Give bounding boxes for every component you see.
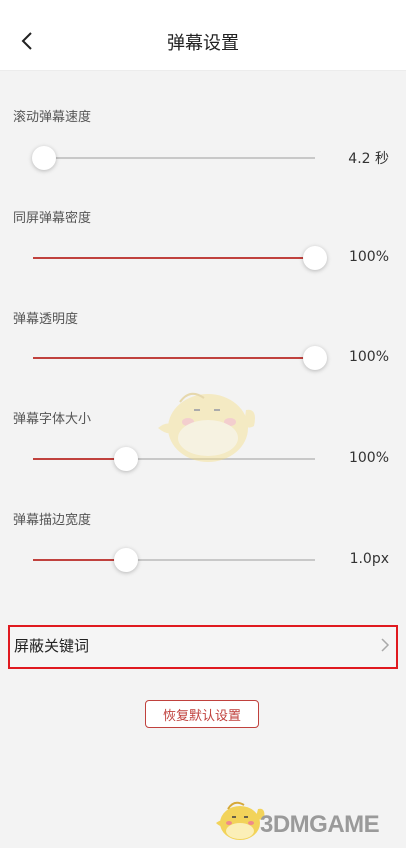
slider-track[interactable] [32,146,315,170]
mascot-watermark-icon [158,392,255,462]
watermark-logo: 3DMGAME [214,795,404,845]
slider-thumb[interactable] [114,548,139,572]
setting-value: 1.0px [349,551,389,567]
setting-label: 弹幕描边宽度 [13,513,92,528]
slider-fill [33,357,315,359]
watermark-text: 3DMGAME [260,811,380,838]
chevron-right-icon [381,638,390,652]
slider-track[interactable] [33,246,327,270]
slider-thumb[interactable] [32,146,57,170]
setting-value: 4.2 秒 [348,151,389,167]
page-title: 弹幕设置 [167,33,239,54]
slider-track[interactable] [33,447,315,471]
reset-defaults-button[interactable]: 恢复默认设置 [145,700,259,728]
setting-label: 同屏弹幕密度 [13,211,92,226]
slider-track[interactable] [33,548,315,572]
slider-track[interactable] [33,346,327,370]
slider-thumb[interactable] [114,447,139,471]
slider-fill [33,257,315,259]
setting-label: 弹幕字体大小 [13,412,92,427]
slider-thumb[interactable] [303,346,327,370]
mascot-logo-icon [216,801,265,840]
top-bar: 弹幕设置 [0,14,406,71]
setting-label: 滚动弹幕速度 [13,110,92,125]
slider-fill [33,559,127,561]
setting-label: 弹幕透明度 [13,312,79,327]
blocked-keywords-label: 屏蔽关键词 [14,637,90,655]
setting-value: 100% [348,450,389,466]
setting-value: 100% [348,349,389,365]
setting-value: 100% [348,249,389,265]
blocked-keywords-row[interactable]: 屏蔽关键词 [8,625,398,669]
status-bar [0,0,406,14]
slider-thumb[interactable] [303,246,327,270]
slider-fill [33,458,127,460]
